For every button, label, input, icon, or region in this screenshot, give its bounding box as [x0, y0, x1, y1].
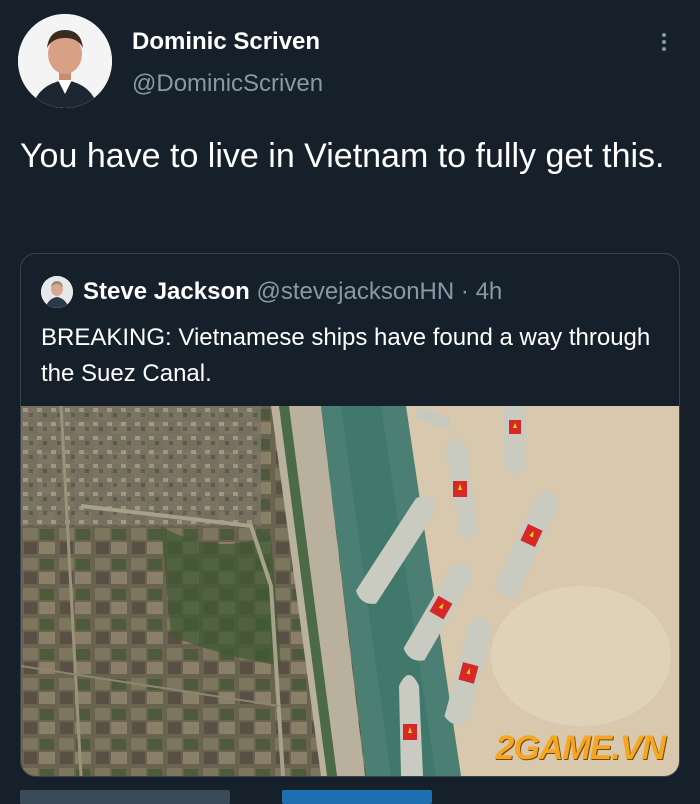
watermark-logo: 2GAME.VN	[495, 729, 666, 767]
quoted-author-avatar	[41, 276, 73, 308]
separator-dot: ·	[460, 278, 469, 305]
quoted-author-handle: @stevejacksonHN	[256, 278, 455, 305]
author-handle[interactable]: @DominicScriven	[132, 70, 323, 98]
author-avatar[interactable]	[18, 14, 112, 108]
quoted-tweet-header: Steve Jackson @stevejacksonHN · 4h	[83, 278, 502, 306]
more-vertical-icon[interactable]	[654, 30, 674, 60]
quoted-author-name: Steve Jackson	[83, 278, 250, 305]
quoted-timestamp: 4h	[475, 278, 503, 305]
satellite-image[interactable]: 2GAME.VN	[21, 405, 679, 776]
author-name[interactable]: Dominic Scriven	[132, 28, 320, 56]
tweet-meta-row	[20, 790, 440, 804]
quoted-tweet-text: BREAKING: Vietnamese ships have found a …	[41, 324, 651, 387]
quoted-tweet-card[interactable]: Steve Jackson @stevejacksonHN · 4h BREAK…	[20, 253, 680, 777]
tweet-text: You have to live in Vietnam to fully get…	[20, 137, 665, 175]
